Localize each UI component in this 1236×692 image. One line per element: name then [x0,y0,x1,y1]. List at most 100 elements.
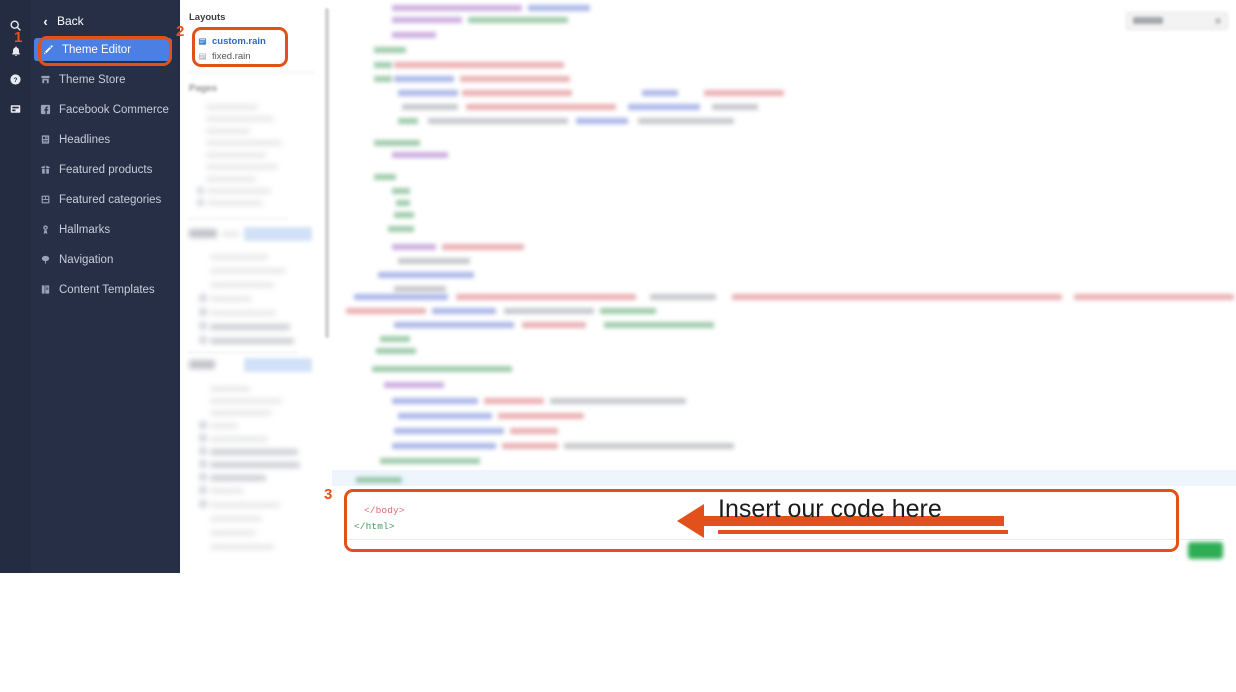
code-editor-surface[interactable]: </body> </html> [332,0,1236,573]
step-number-1: 1 [14,29,23,46]
panel-scrollbar[interactable] [325,8,329,338]
icon-rail: ? [0,0,32,573]
tree-item-icon [199,336,207,344]
callout-arrow-head [677,504,704,538]
file-item-custom-rain[interactable]: custom.rain [198,34,266,48]
step-number-3: 3 [324,486,333,503]
tree-item[interactable] [210,282,274,288]
sidebar-item-featured-products[interactable]: Featured products [31,158,180,181]
tree-item[interactable] [206,104,258,110]
theme-sidebar: ‹ Back Theme Editor Theme Store Facebook… [31,0,180,573]
sidebar-nav-list: Theme Editor Theme Store Facebook Commer… [31,38,180,308]
tree-item-icon [199,460,207,468]
medal-icon [31,224,59,235]
code-line-body-close[interactable]: </body> [364,505,405,516]
tree-item[interactable] [210,502,280,508]
tree-group-title [189,360,215,369]
tree-item[interactable] [210,386,250,392]
file-icon [198,37,212,46]
sidebar-item-hallmarks[interactable]: Hallmarks [31,218,180,241]
inbox-icon[interactable] [0,96,31,122]
panel-divider [188,352,298,353]
file-name: custom.rain [212,35,266,47]
categories-icon [31,194,59,205]
pages-section-title: Pages [189,83,217,94]
tree-item[interactable] [210,268,286,274]
tree-item-icon [199,308,207,316]
sidebar-item-featured-categories[interactable]: Featured categories [31,188,180,211]
tree-selected-highlight[interactable] [244,358,312,372]
tree-item[interactable] [210,462,300,468]
file-item-fixed-rain[interactable]: fixed.rain [198,49,251,63]
callout-underline [718,530,1008,534]
tree-item[interactable] [206,152,266,158]
active-code-line [332,470,1236,486]
tree-item[interactable] [210,530,256,536]
editor-search-control[interactable] [1126,12,1228,30]
tree-item[interactable] [210,544,274,550]
products-icon [31,164,59,175]
tree-item[interactable] [210,296,252,302]
tree-item-icon [197,187,204,194]
tree-item[interactable] [206,164,278,170]
back-button[interactable]: ‹ Back [31,9,180,33]
tree-item[interactable] [210,475,266,481]
sidebar-item-label: Headlines [59,133,111,146]
tree-item[interactable] [210,423,238,429]
tree-item[interactable] [210,254,268,260]
sidebar-item-label: Theme Editor [62,43,132,56]
sidebar-item-label: Theme Store [59,73,126,86]
tree-item[interactable] [210,310,276,316]
tree-item[interactable] [210,449,298,455]
file-icon [198,52,212,61]
sidebar-item-content-templates[interactable]: Content Templates [31,278,180,301]
tree-item[interactable] [206,176,256,182]
save-button[interactable] [1188,542,1223,559]
tree-item-icon [199,421,207,429]
tree-item[interactable] [206,140,282,146]
chevron-left-icon: ‹ [43,13,48,29]
tree-item[interactable] [210,338,294,344]
file-name: fixed.rain [212,50,251,62]
tree-item[interactable] [210,436,268,442]
tree-item-icon [197,199,204,206]
tree-item[interactable] [206,128,250,134]
help-icon[interactable]: ? [0,66,31,92]
sidebar-item-theme-store[interactable]: Theme Store [31,68,180,91]
tree-item[interactable] [207,188,271,194]
tree-selected-highlight[interactable] [244,227,312,241]
tree-item[interactable] [210,488,244,494]
sidebar-item-headlines[interactable]: Headlines [31,128,180,151]
tree-item[interactable] [206,116,274,122]
tree-item-icon [199,500,207,508]
step-number-2: 2 [176,23,185,40]
tree-item[interactable] [207,200,263,206]
facebook-icon [31,104,59,115]
tree-item-icon [199,322,207,330]
code-editor[interactable]: </body> </html> [332,0,1236,573]
tree-item[interactable] [210,516,262,522]
chevron-down-icon [1215,18,1221,24]
tree-item[interactable] [210,410,272,416]
tree-item[interactable] [210,324,290,330]
sidebar-item-navigation[interactable]: Navigation [31,248,180,271]
tree-item[interactable] [222,231,240,237]
sidebar-item-label: Featured products [59,163,153,176]
tree-item-icon [199,473,207,481]
sidebar-item-theme-editor[interactable]: Theme Editor [34,38,172,61]
sidebar-item-label: Hallmarks [59,223,111,236]
store-icon [31,74,59,85]
sidebar-item-facebook-commerce[interactable]: Facebook Commerce [31,98,180,121]
code-line-html-close[interactable]: </html> [354,521,395,532]
editor-divider [344,539,1224,540]
application-window: ? ‹ Back Theme Editor Theme Store Facebo… [0,0,1236,573]
editor-search-text [1133,17,1163,24]
file-tree-panel: Layouts custom.rain fixed.rain Pages [180,0,333,573]
tree-item[interactable] [210,398,282,404]
panel-divider [188,218,288,219]
headlines-icon [31,134,59,145]
sidebar-item-label: Content Templates [59,283,155,296]
screenshot-root: ? ‹ Back Theme Editor Theme Store Facebo… [0,0,1236,692]
tree-item-icon [199,447,207,455]
back-label: Back [57,14,84,28]
